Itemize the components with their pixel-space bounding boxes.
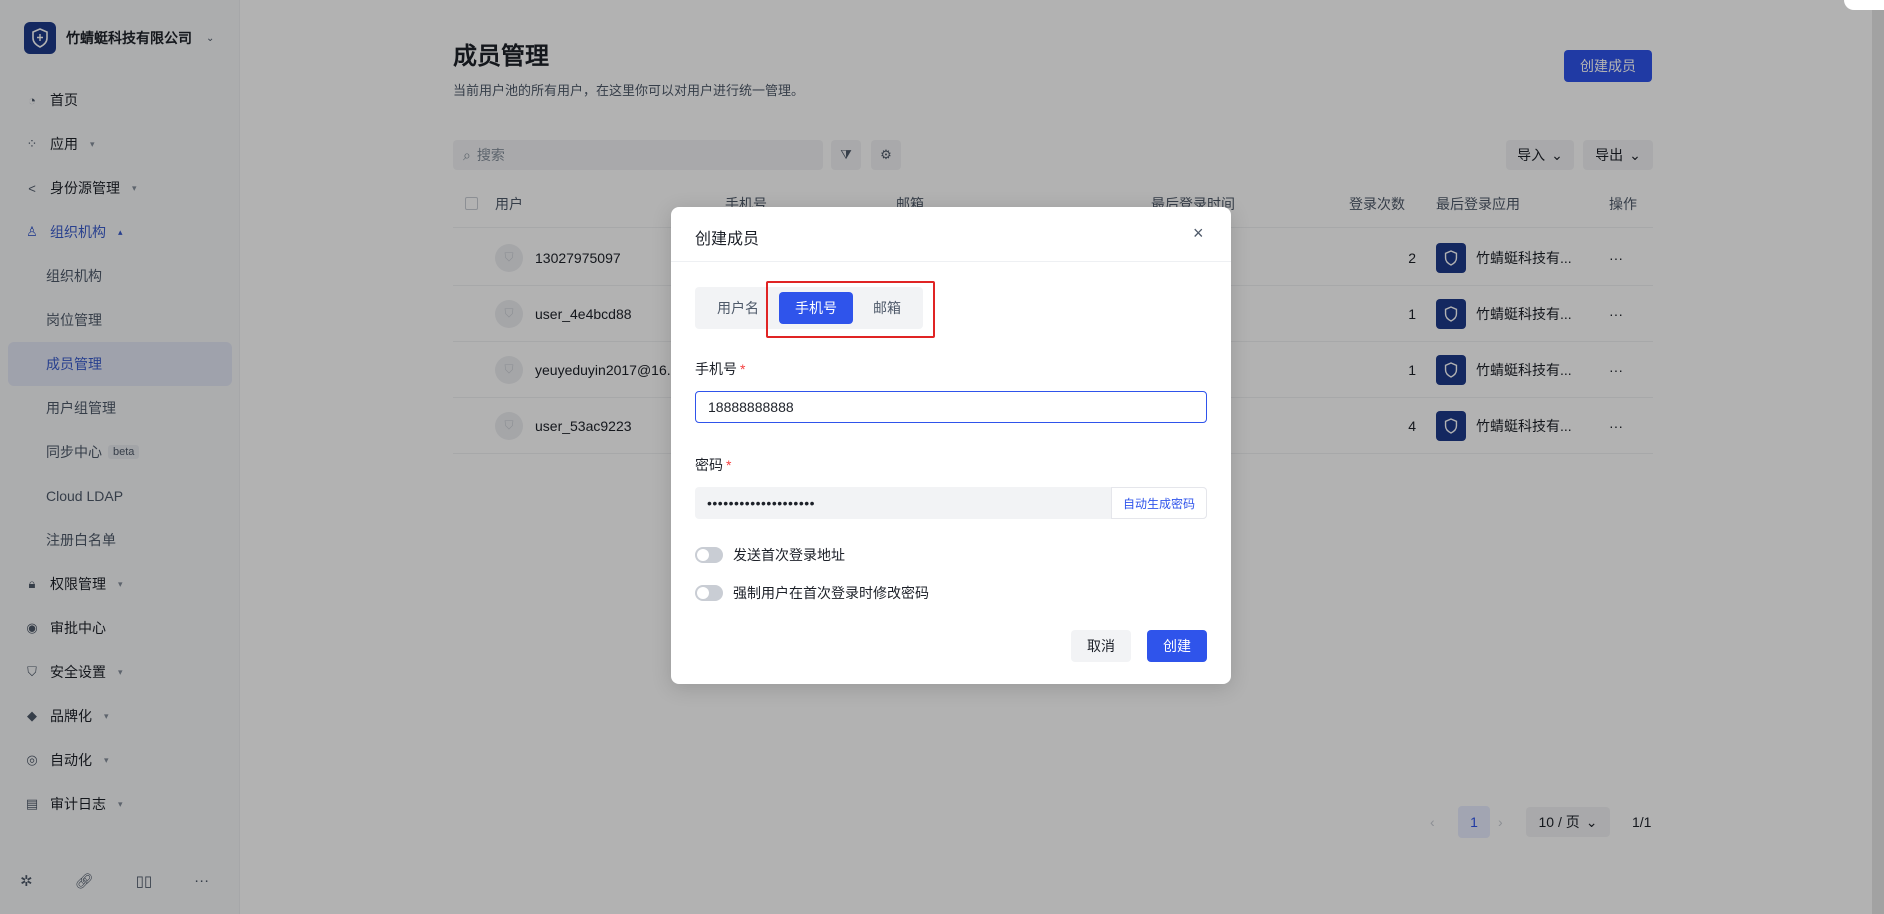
phone-label: 手机号 * [695,359,745,379]
highlight-box [766,281,935,338]
required-mark: * [726,457,732,473]
send-login-url-row: 发送首次登录地址 [695,545,845,565]
close-icon[interactable]: × [1193,223,1204,244]
cancel-button[interactable]: 取消 [1071,630,1131,662]
phone-input[interactable] [695,391,1207,423]
divider [671,261,1231,262]
required-mark: * [740,361,746,377]
phone-label-text: 手机号 [695,361,737,377]
password-label-text: 密码 [695,457,723,473]
tab-username[interactable]: 用户名 [701,292,775,324]
force-reset-label: 强制用户在首次登录时修改密码 [733,585,929,601]
window-corner [1844,0,1884,10]
password-value: •••••••••••••••••••• [707,495,816,511]
dialog-title: 创建成员 [695,231,760,248]
send-login-url-toggle[interactable] [695,547,723,563]
auto-generate-password-button[interactable]: 自动生成密码 [1111,487,1207,519]
force-reset-password-toggle[interactable] [695,585,723,601]
password-field[interactable]: •••••••••••••••••••• 自动生成密码 [695,487,1207,519]
create-member-dialog: 创建成员 × 用户名 手机号 邮箱 手机号* 密码* •••••••••••••… [671,207,1231,684]
create-button[interactable]: 创建 [1147,630,1207,662]
password-label: 密码 * [695,455,731,475]
force-reset-row: 强制用户在首次登录时修改密码 [695,583,929,603]
send-login-url-label: 发送首次登录地址 [733,547,845,563]
